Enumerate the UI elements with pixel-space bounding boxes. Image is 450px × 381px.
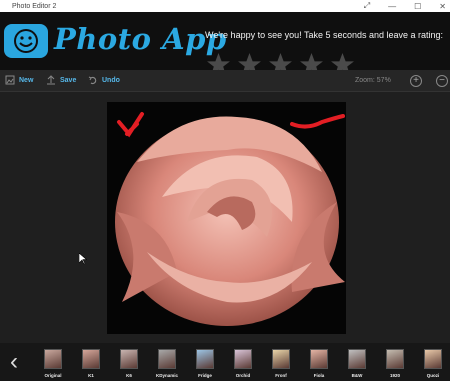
undo-icon	[88, 76, 97, 85]
filter-preview-image	[424, 349, 442, 369]
smiley-camera-icon	[4, 21, 48, 58]
filter-strip: ‹ Original K1 K6 KDynamic Fridge Orchid Fronf F…	[0, 343, 450, 381]
window-title: Photo Editor 2	[12, 2, 57, 10]
filter-thumbnail[interactable]: Fiola	[300, 343, 338, 381]
filter-preview-image	[386, 349, 404, 369]
filter-preview-image	[120, 349, 138, 369]
filter-thumbnail[interactable]: K6	[110, 343, 148, 381]
save-button[interactable]: Save	[46, 75, 76, 85]
filter-label: Quozi	[426, 373, 440, 378]
upload-icon	[47, 75, 55, 85]
filter-thumbnail[interactable]: K1	[72, 343, 110, 381]
zoom-out-button[interactable]: −	[436, 75, 448, 87]
filter-label: Fridge	[198, 373, 212, 378]
canvas-area[interactable]	[0, 92, 450, 342]
filter-thumbnail[interactable]: Quozi	[414, 343, 450, 381]
filter-thumbnail[interactable]: KDynamic	[148, 343, 186, 381]
filter-thumbnail[interactable]: Fronf	[262, 343, 300, 381]
filter-preview-image	[234, 349, 252, 369]
filter-thumbnail[interactable]: Orchid	[224, 343, 262, 381]
new-button[interactable]: New	[5, 75, 33, 85]
close-button[interactable]: ✕	[439, 2, 446, 11]
app-logo-text: Photo App	[54, 22, 227, 56]
rating-prompt: We're happy to see you! Take 5 seconds a…	[205, 30, 444, 40]
filter-thumbnail[interactable]: Fridge	[186, 343, 224, 381]
minimize-button[interactable]: —	[388, 2, 396, 11]
filter-label: K6	[126, 373, 132, 378]
filter-label: 1920	[389, 373, 400, 378]
filter-preview-image	[82, 349, 100, 369]
toolbar: New Save Undo Zoom: 57% + −	[0, 70, 450, 92]
save-label: Save	[60, 76, 77, 84]
filter-label: Original	[44, 373, 62, 378]
zoom-level: Zoom: 57%	[355, 77, 391, 84]
title-bar: Photo Editor 2 ⤢ — ☐ ✕	[0, 0, 450, 12]
filter-thumbnail[interactable]: Original	[34, 343, 72, 381]
filter-label: K1	[88, 373, 94, 378]
filter-preview-image	[44, 349, 62, 369]
filter-preview-image	[158, 349, 176, 369]
filter-thumbnails: Original K1 K6 KDynamic Fridge Orchid Fronf Fio…	[34, 343, 450, 381]
filter-preview-image	[272, 349, 290, 369]
new-image-icon	[5, 75, 15, 85]
undo-button[interactable]: Undo	[88, 75, 120, 85]
mouse-pointer-icon	[79, 253, 87, 265]
undo-label: Undo	[102, 76, 120, 84]
rose-photo[interactable]	[107, 102, 346, 334]
filter-label: KDynamic	[155, 373, 178, 378]
filter-preview-image	[196, 349, 214, 369]
new-label: New	[19, 76, 34, 84]
filter-preview-image	[348, 349, 366, 369]
filter-thumbnail[interactable]: 1920	[376, 343, 414, 381]
fullscreen-icon[interactable]: ⤢	[364, 1, 370, 11]
filter-preview-image	[310, 349, 328, 369]
filter-label: Orchid	[235, 373, 251, 378]
back-arrow-button[interactable]: ‹	[0, 343, 28, 381]
filter-thumbnail[interactable]: B&W	[338, 343, 376, 381]
banner: Photo App We're happy to see you! Take 5…	[0, 12, 450, 75]
maximize-button[interactable]: ☐	[414, 2, 421, 11]
filter-label: Fiola	[313, 373, 325, 378]
zoom-in-button[interactable]: +	[410, 75, 422, 87]
filter-label: B&W	[351, 373, 363, 378]
filter-label: Fronf	[275, 373, 287, 378]
